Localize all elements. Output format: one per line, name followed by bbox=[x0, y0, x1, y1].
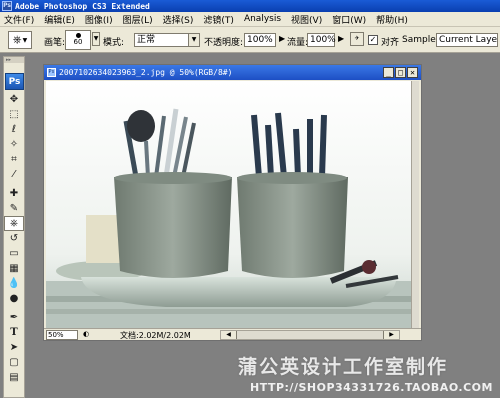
dodge-tool-icon[interactable]: ● bbox=[4, 291, 24, 306]
toolbox-grip[interactable]: ▸▸ bbox=[4, 57, 24, 63]
notes-tool-icon[interactable]: ▤ bbox=[4, 370, 24, 385]
opacity-label: 不透明度: bbox=[204, 38, 244, 48]
tool-preset-picker[interactable]: ⎈ ▼ bbox=[8, 31, 32, 49]
menu-window[interactable]: 窗口(W) bbox=[332, 13, 366, 26]
scroll-right-arrow-icon[interactable]: ▶ bbox=[383, 331, 399, 339]
menu-image[interactable]: 图像(I) bbox=[85, 13, 113, 26]
brush-tool-icon[interactable]: ✎ bbox=[4, 201, 24, 216]
menu-view[interactable]: 视图(V) bbox=[291, 13, 322, 26]
minimize-button[interactable]: _ bbox=[383, 67, 394, 78]
chevron-down-icon: ▼ bbox=[188, 34, 199, 46]
eyedropper-tool-icon[interactable]: ⁄ bbox=[4, 167, 24, 182]
menu-bar: 文件(F) 编辑(E) 图像(I) 图层(L) 选择(S) 滤镜(T) Anal… bbox=[0, 12, 500, 27]
clone-stamp-tool-icon[interactable]: ⎈ bbox=[4, 216, 24, 231]
brush-dropdown-button[interactable]: ▼ bbox=[92, 32, 100, 46]
sample-select[interactable]: Current Layer bbox=[436, 33, 498, 47]
flow-field[interactable]: 100% bbox=[307, 33, 336, 47]
brush-label: 画笔: bbox=[44, 38, 66, 48]
zoom-field[interactable]: 50% bbox=[46, 330, 78, 340]
airbrush-button[interactable]: ✈ bbox=[350, 32, 364, 46]
title-bar: Ps Adobe Photoshop CS3 Extended bbox=[0, 0, 500, 12]
image-canvas[interactable] bbox=[46, 81, 413, 328]
menu-select[interactable]: 选择(S) bbox=[163, 13, 194, 26]
lasso-tool-icon[interactable]: ℓ bbox=[4, 122, 24, 137]
scroll-left-arrow-icon[interactable]: ◀ bbox=[221, 331, 237, 339]
chevron-down-icon: ▼ bbox=[22, 36, 28, 44]
app-title: Adobe Photoshop CS3 Extended bbox=[15, 1, 150, 11]
mode-select[interactable]: 正常 ▼ bbox=[134, 33, 200, 47]
menu-help[interactable]: 帮助(H) bbox=[376, 13, 408, 26]
photo-brushes-in-cups bbox=[46, 81, 413, 328]
menu-filter[interactable]: 滤镜(T) bbox=[203, 13, 234, 26]
vertical-scrollbar[interactable] bbox=[411, 81, 419, 328]
photoshop-logo[interactable]: Ps bbox=[5, 73, 24, 90]
app-icon: Ps bbox=[2, 1, 12, 11]
document-window: Ps 20071026340239​63_2.jpg @ 50%(RGB/8#)… bbox=[43, 64, 422, 341]
history-brush-tool-icon[interactable]: ↺ bbox=[4, 231, 24, 246]
flow-label: 流量: bbox=[287, 38, 309, 48]
horizontal-scrollbar[interactable]: ◀ ▶ bbox=[220, 330, 400, 340]
toolbox: ▸▸ Ps ✥ ⬚ ℓ ✧ ⌗ ⁄ ✚ ✎ ⎈ ↺ ▭ ▦ 💧 ● ✒ T ➤ … bbox=[3, 56, 25, 398]
path-selection-tool-icon[interactable]: ➤ bbox=[4, 340, 24, 355]
menu-layer[interactable]: 图层(L) bbox=[123, 13, 153, 26]
opacity-slider-button[interactable]: ▶ bbox=[279, 34, 285, 43]
document-title-bar[interactable]: Ps 20071026340239​63_2.jpg @ 50%(RGB/8#)… bbox=[44, 65, 421, 80]
pen-tool-icon[interactable]: ✒ bbox=[4, 310, 24, 325]
menu-analysis[interactable]: Analysis bbox=[244, 14, 281, 24]
move-tool-icon[interactable]: ✥ bbox=[4, 92, 24, 107]
options-bar: ⎈ ▼ 画笔: 60 ▼ 模式: 正常 ▼ 不透明度: 100% ▶ 流量: 10… bbox=[0, 27, 500, 53]
align-checkbox[interactable]: ✓ bbox=[368, 35, 378, 45]
document-title: 20071026340239​63_2.jpg @ 50%(RGB/8#) bbox=[59, 68, 233, 77]
align-label: 对齐 bbox=[381, 38, 400, 48]
gradient-tool-icon[interactable]: ▦ bbox=[4, 261, 24, 276]
info-menu-icon[interactable]: ◐ bbox=[83, 330, 89, 338]
sample-value: Current Layer bbox=[439, 35, 498, 45]
document-icon: Ps bbox=[47, 68, 56, 77]
eraser-tool-icon[interactable]: ▭ bbox=[4, 246, 24, 261]
clone-stamp-icon: ⎈ bbox=[12, 33, 22, 46]
close-button[interactable]: ✕ bbox=[407, 67, 418, 78]
mode-label: 模式: bbox=[103, 38, 125, 48]
status-bar: 50% ◐ 文档:2.02M/2.02M ◀ ▶ bbox=[44, 328, 421, 340]
flow-slider-button[interactable]: ▶ bbox=[338, 34, 344, 43]
blur-tool-icon[interactable]: 💧 bbox=[4, 276, 24, 291]
marquee-tool-icon[interactable]: ⬚ bbox=[4, 107, 24, 122]
healing-brush-tool-icon[interactable]: ✚ bbox=[4, 186, 24, 201]
shape-tool-icon[interactable]: ▢ bbox=[4, 355, 24, 370]
brush-size: 60 bbox=[73, 38, 83, 46]
menu-edit[interactable]: 编辑(E) bbox=[44, 13, 75, 26]
maximize-button[interactable]: □ bbox=[395, 67, 406, 78]
sample-label: Sample: bbox=[402, 35, 439, 45]
watermark-url: HTTP://SHOP34331726.TAOBAO.COM bbox=[250, 381, 493, 394]
crop-tool-icon[interactable]: ⌗ bbox=[4, 152, 24, 167]
type-tool-icon[interactable]: T bbox=[4, 325, 24, 340]
menu-file[interactable]: 文件(F) bbox=[4, 13, 34, 26]
window-controls: _ □ ✕ bbox=[383, 67, 418, 78]
document-size[interactable]: 文档:2.02M/2.02M bbox=[120, 330, 191, 341]
brush-picker[interactable]: 60 bbox=[65, 30, 91, 50]
opacity-field[interactable]: 100% bbox=[244, 33, 276, 47]
magic-wand-tool-icon[interactable]: ✧ bbox=[4, 137, 24, 152]
mode-value: 正常 bbox=[137, 35, 156, 45]
watermark-text: 蒲公英设计工作室制作 bbox=[238, 356, 449, 378]
